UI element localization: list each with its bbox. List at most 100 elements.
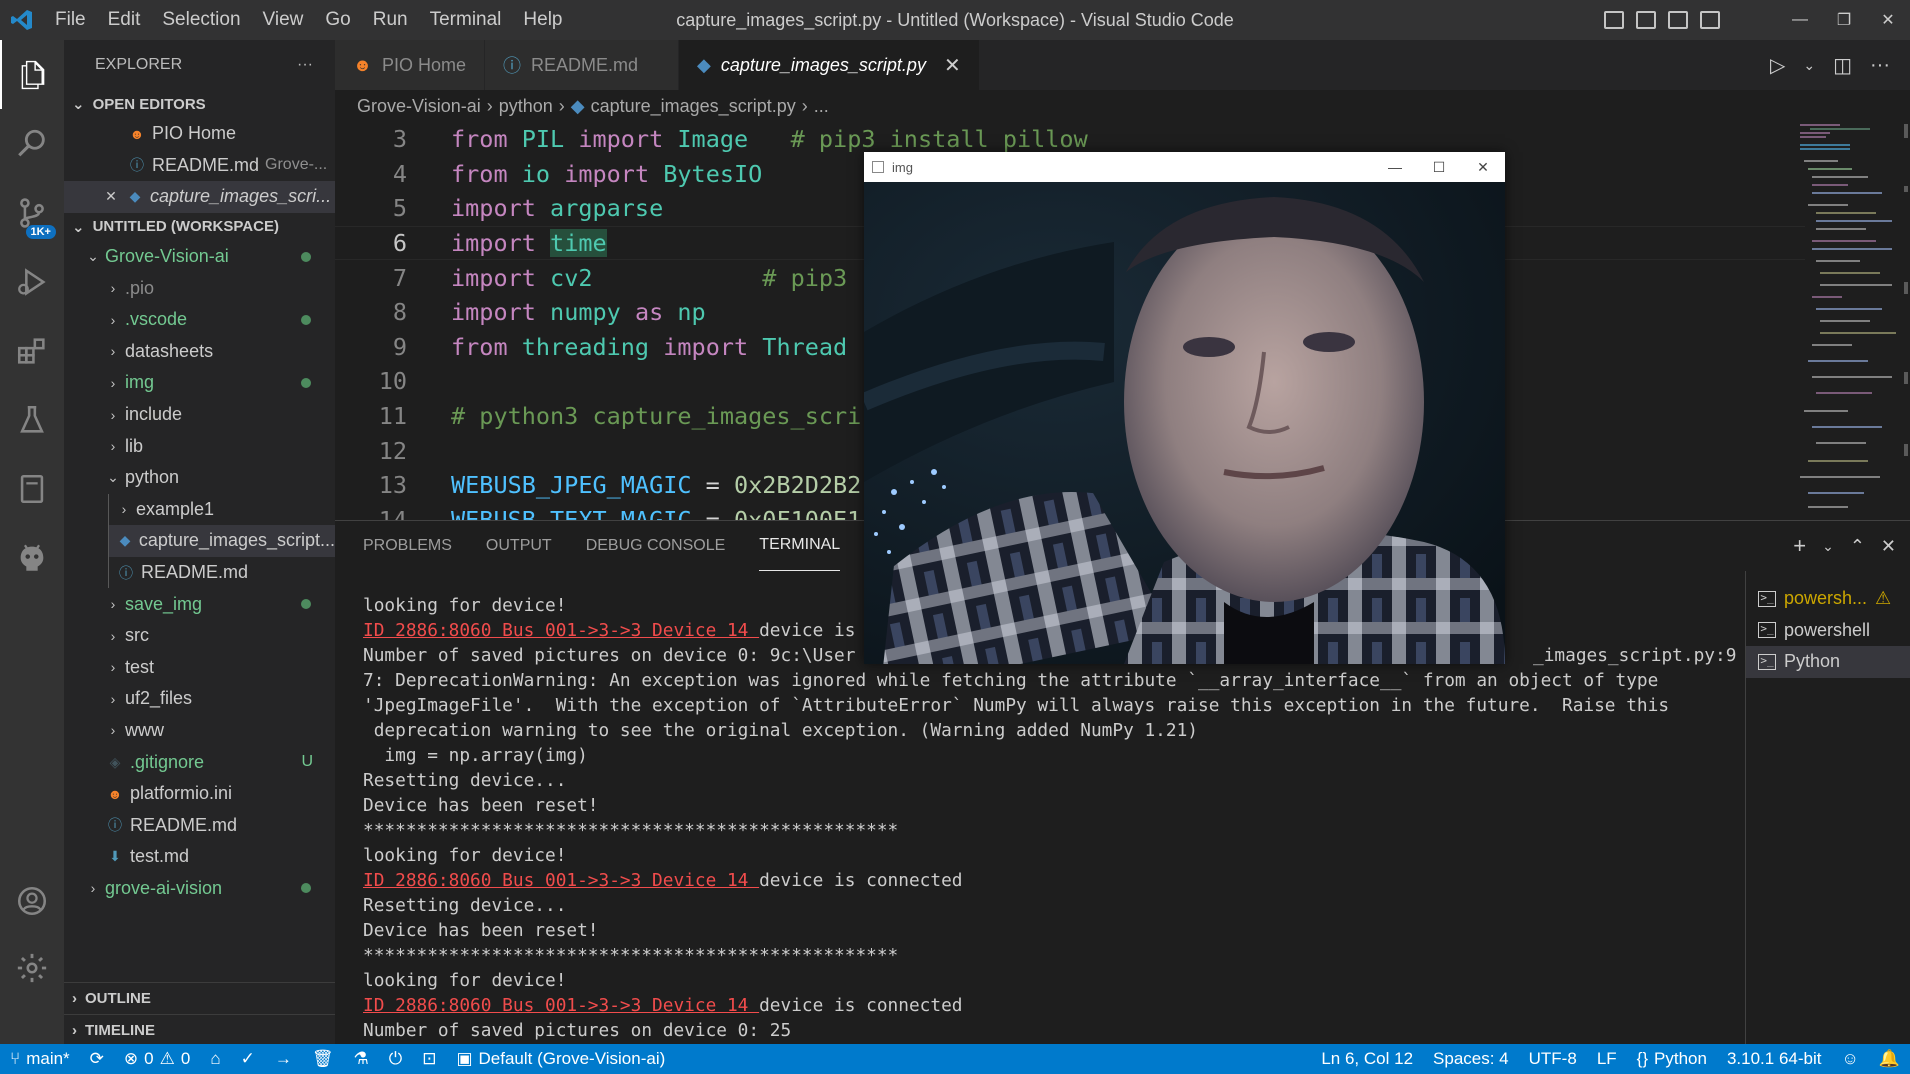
pio-project-env[interactable]: ▣ Default (Grove-Vision-ai): [446, 1044, 675, 1074]
pio-build-icon[interactable]: ✓: [231, 1044, 265, 1074]
open-editor-capture-script[interactable]: ✕ ◆ capture_images_scri...: [64, 181, 335, 213]
file-readme[interactable]: ⓘ README.md: [64, 809, 335, 841]
breadcrumb-item[interactable]: Grove-Vision-ai: [357, 96, 481, 117]
folder-lib[interactable]: › lib: [64, 430, 335, 462]
notifications-bell-icon[interactable]: 🔔: [1869, 1044, 1910, 1074]
close-icon[interactable]: ✕: [1866, 0, 1910, 40]
menu-run[interactable]: Run: [362, 0, 419, 40]
folder-datasheets[interactable]: › datasheets: [64, 336, 335, 368]
file-test-md[interactable]: ⬇ test.md: [64, 841, 335, 873]
folder-example1[interactable]: › example1: [108, 493, 335, 526]
feedback-icon[interactable]: ☺: [1831, 1044, 1868, 1074]
pio-home-icon[interactable]: ⌂: [200, 1044, 230, 1074]
breadcrumb-item[interactable]: ...: [814, 96, 829, 117]
folder-grove-ai-vision[interactable]: › grove-ai-vision: [64, 873, 335, 905]
maximize-icon[interactable]: ☐: [1417, 152, 1461, 182]
folder-vscode[interactable]: › .vscode: [64, 304, 335, 336]
sync-icon[interactable]: ⟳: [80, 1044, 114, 1074]
breadcrumb-item[interactable]: capture_images_script.py: [591, 96, 796, 117]
open-editor-pio-home[interactable]: ☻ PIO Home: [64, 118, 335, 150]
pio-clean-icon[interactable]: 🗑: [302, 1044, 344, 1074]
toggle-secondary-sidebar-icon[interactable]: [1668, 11, 1688, 29]
terminal-item-powershell-warn[interactable]: >_ powersh... ⚠: [1746, 583, 1910, 615]
file-gitignore[interactable]: ◈ .gitignore U: [64, 746, 335, 778]
menu-file[interactable]: File: [44, 0, 97, 40]
more-actions-icon[interactable]: ···: [297, 56, 313, 74]
source-control-icon[interactable]: 1K+: [0, 178, 64, 247]
accounts-icon[interactable]: [0, 866, 64, 935]
folder-include[interactable]: › include: [64, 399, 335, 431]
menu-terminal[interactable]: Terminal: [419, 0, 513, 40]
menu-edit[interactable]: Edit: [97, 0, 152, 40]
run-debug-icon[interactable]: [0, 247, 64, 316]
cursor-position[interactable]: Ln 6, Col 12: [1311, 1044, 1423, 1074]
opencv-image-window[interactable]: img — ☐ ✕: [864, 152, 1505, 664]
breadcrumb-item[interactable]: python: [499, 96, 553, 117]
menu-go[interactable]: Go: [314, 0, 361, 40]
tab-readme[interactable]: ⓘ README.md: [484, 40, 679, 90]
close-editor-icon[interactable]: ✕: [102, 188, 120, 206]
menu-help[interactable]: Help: [512, 0, 573, 40]
minimap[interactable]: [1800, 120, 1896, 518]
git-branch[interactable]: ⑂ main*: [0, 1044, 80, 1074]
pio-upload-icon[interactable]: →: [265, 1044, 302, 1074]
minimize-icon[interactable]: —: [1778, 0, 1822, 40]
restore-icon[interactable]: ❐: [1822, 0, 1866, 40]
file-python-readme[interactable]: ⓘ README.md: [108, 556, 335, 589]
folder-img[interactable]: › img: [64, 367, 335, 399]
tab-pio-home[interactable]: ☻ PIO Home: [335, 40, 485, 90]
terminal-item-powershell[interactable]: >_ powershell: [1746, 615, 1910, 647]
explorer-icon[interactable]: [0, 40, 64, 109]
tab-problems[interactable]: PROBLEMS: [363, 521, 452, 571]
minimize-icon[interactable]: —: [1373, 152, 1417, 182]
menu-view[interactable]: View: [252, 0, 315, 40]
folder-save-img[interactable]: › save_img: [64, 588, 335, 620]
chevron-down-icon[interactable]: ⌄: [1803, 57, 1815, 74]
more-actions-icon[interactable]: ···: [1870, 54, 1890, 77]
open-editors-header[interactable]: ⌄ OPEN EDITORS: [64, 90, 335, 118]
tab-terminal[interactable]: TERMINAL: [759, 521, 841, 571]
testing-flask-icon[interactable]: [0, 385, 64, 454]
workspace-header[interactable]: ⌄ UNTITLED (WORKSPACE): [64, 213, 335, 241]
tab-output[interactable]: OUTPUT: [486, 521, 552, 571]
close-tab-icon[interactable]: ✕: [944, 53, 961, 78]
chevron-down-icon[interactable]: ⌄: [1822, 538, 1834, 555]
menu-selection[interactable]: Selection: [151, 0, 251, 40]
tab-debug-console[interactable]: DEBUG CONSOLE: [586, 521, 726, 571]
customize-layout-icon[interactable]: [1700, 11, 1720, 29]
python-interpreter[interactable]: 3.10.1 64-bit: [1717, 1044, 1832, 1074]
toggle-primary-sidebar-icon[interactable]: [1604, 11, 1624, 29]
file-platformio-ini[interactable]: ☻ platformio.ini: [64, 778, 335, 810]
timeline-section[interactable]: › TIMELINE: [64, 1014, 335, 1046]
open-editor-readme[interactable]: ⓘ README.md Grove-...: [64, 150, 335, 182]
close-panel-icon[interactable]: ✕: [1881, 536, 1896, 557]
pio-terminal-icon[interactable]: ⊡: [412, 1044, 446, 1074]
pio-test-icon[interactable]: ⚗: [343, 1044, 378, 1074]
terminal-item-python[interactable]: >_ Python: [1746, 646, 1910, 678]
folder-test[interactable]: › test: [64, 652, 335, 684]
extensions-icon[interactable]: [0, 316, 64, 385]
folder-uf2-files[interactable]: › uf2_files: [64, 683, 335, 715]
folder-pio[interactable]: › .pio: [64, 272, 335, 304]
folder-grove-vision-ai[interactable]: ⌄ Grove-Vision-ai: [64, 241, 335, 273]
tab-capture-images-script[interactable]: ◆ capture_images_script.py ✕: [679, 40, 980, 90]
file-capture-images-script[interactable]: ◆ capture_images_script...: [108, 525, 335, 557]
run-python-file-icon[interactable]: ▷: [1770, 53, 1785, 78]
new-terminal-icon[interactable]: +: [1793, 533, 1806, 559]
settings-gear-icon[interactable]: [0, 933, 64, 1002]
editor-scrollbar[interactable]: [1898, 122, 1910, 520]
end-of-line[interactable]: LF: [1587, 1044, 1627, 1074]
split-editor-icon[interactable]: ◫: [1833, 53, 1852, 78]
file-encoding[interactable]: UTF-8: [1519, 1044, 1587, 1074]
search-icon[interactable]: [0, 109, 64, 178]
remote-explorer-icon[interactable]: [0, 454, 64, 523]
platformio-icon[interactable]: [0, 523, 64, 592]
maximize-panel-icon[interactable]: ⌃: [1850, 536, 1865, 557]
folder-src[interactable]: › src: [64, 620, 335, 652]
close-icon[interactable]: ✕: [1461, 152, 1505, 182]
indentation[interactable]: Spaces: 4: [1423, 1044, 1519, 1074]
problems-summary[interactable]: ⊗ 0 ⚠ 0: [114, 1044, 200, 1074]
language-mode[interactable]: {} Python: [1627, 1044, 1717, 1074]
toggle-panel-icon[interactable]: [1636, 11, 1656, 29]
outline-section[interactable]: › OUTLINE: [64, 982, 335, 1014]
